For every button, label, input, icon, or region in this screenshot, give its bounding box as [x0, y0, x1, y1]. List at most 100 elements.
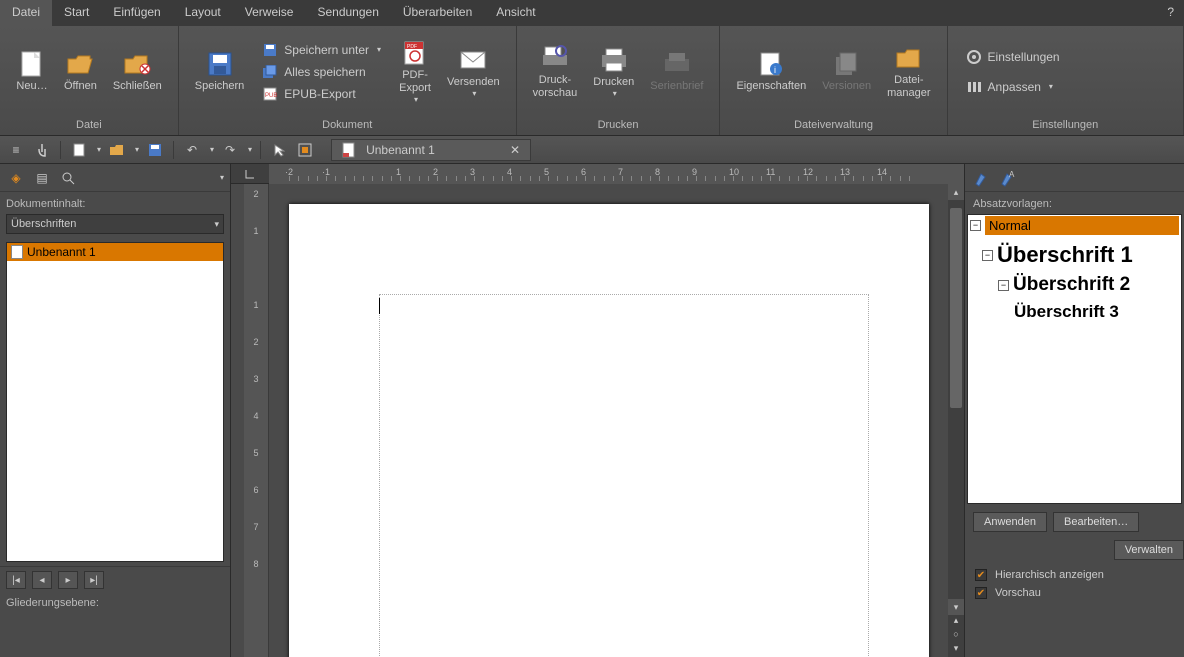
page[interactable] — [289, 204, 929, 657]
manage-button[interactable]: Verwalten — [1114, 540, 1184, 560]
new-button[interactable]: Neu… — [8, 46, 56, 97]
properties-button[interactable]: i Eigenschaften — [728, 46, 814, 97]
panel-menu-icon[interactable]: ▾ — [220, 173, 224, 182]
close-tab-icon[interactable]: ✕ — [510, 143, 520, 157]
save-all-button[interactable]: Alles speichern — [258, 62, 385, 82]
nav-last-button[interactable]: ▸| — [84, 571, 104, 589]
save-quick-icon[interactable] — [145, 140, 165, 160]
tree-item[interactable]: Unbenannt 1 — [7, 243, 223, 261]
search-icon[interactable] — [58, 168, 78, 188]
new-file-icon — [18, 50, 46, 78]
nav-target-icon[interactable]: ○ — [948, 629, 964, 643]
menu-review[interactable]: Überarbeiten — [391, 0, 484, 26]
styles-title: Absatzvorlagen: — [965, 192, 1184, 214]
edit-button[interactable]: Bearbeiten… — [1053, 512, 1139, 532]
envelope-icon — [459, 46, 487, 74]
menu-references[interactable]: Verweise — [233, 0, 306, 26]
printer-icon — [600, 46, 628, 74]
object-mode-icon[interactable] — [295, 140, 315, 160]
doc-tab-icon — [342, 142, 356, 158]
document-tab[interactable]: Unbenannt 1 ✕ — [331, 139, 531, 161]
help-icon[interactable]: ? — [1157, 0, 1184, 26]
tree-collapse-icon[interactable]: − — [970, 220, 981, 231]
outline-icon[interactable]: ▤ — [32, 168, 52, 188]
paragraph-styles-icon[interactable] — [973, 169, 991, 187]
hierarchical-checkbox[interactable]: ✔ Hierarchisch anzeigen — [965, 566, 1184, 584]
group-document-label: Dokument — [179, 117, 516, 135]
print-preview-button[interactable]: Druck- vorschau — [525, 40, 586, 104]
versions-button[interactable]: Versionen — [814, 46, 879, 97]
cursor-icon[interactable] — [269, 140, 289, 160]
quick-toolbar: ≡ ▾ ▾ ↶▾ ↷▾ Unbenannt 1 ✕ — [0, 136, 1184, 164]
nav-filter-combo[interactable]: Überschriften▾ — [6, 214, 224, 234]
save-button[interactable]: Speichern — [187, 46, 253, 97]
folder-close-icon — [123, 50, 151, 78]
horizontal-ruler[interactable]: ·2·11234567891011121314 — [269, 164, 964, 184]
menu-mailings[interactable]: Sendungen — [305, 0, 390, 26]
close-button[interactable]: Schließen — [105, 46, 170, 97]
nav-title: Dokumentinhalt: — [0, 192, 230, 214]
vertical-ruler[interactable]: 2112345678 — [244, 184, 268, 657]
tree-collapse-icon[interactable]: − — [982, 250, 993, 261]
styles-tree[interactable]: − Normal − Überschrift 1 − Überschrift 2… — [967, 214, 1182, 504]
epub-export-button[interactable]: PUBEPUB-Export — [258, 84, 385, 104]
svg-text:i: i — [774, 65, 776, 75]
menu-view[interactable]: Ansicht — [484, 0, 547, 26]
redo-icon[interactable]: ↷ — [220, 140, 240, 160]
style-heading3[interactable]: Überschrift 3 — [1014, 302, 1119, 322]
mailmerge-button[interactable]: Serienbrief — [642, 46, 711, 97]
epub-icon: PUB — [262, 86, 278, 102]
flame-icon[interactable]: ◈ — [6, 168, 26, 188]
nav-first-button[interactable]: |◂ — [6, 571, 26, 589]
mailmerge-icon — [663, 50, 691, 78]
prev-page-icon[interactable]: ▴ — [948, 615, 964, 629]
scroll-thumb[interactable] — [950, 208, 962, 408]
undo-icon[interactable]: ↶ — [182, 140, 202, 160]
nav-prev-button[interactable]: ◂ — [32, 571, 52, 589]
print-button[interactable]: Drucken▾ — [585, 42, 642, 102]
settings-button[interactable]: Einstellungen — [962, 47, 1064, 67]
scroll-down-icon[interactable]: ▾ — [948, 599, 964, 615]
open-button[interactable]: Öffnen — [56, 46, 105, 97]
tree-collapse-icon[interactable]: − — [998, 280, 1009, 291]
open-folder-icon[interactable] — [107, 140, 127, 160]
customize-button[interactable]: Anpassen▾ — [962, 77, 1064, 97]
text-cursor — [379, 298, 380, 314]
menu-layout[interactable]: Layout — [173, 0, 233, 26]
nav-tree[interactable]: Unbenannt 1 — [6, 242, 224, 562]
outline-level-label: Gliederungsebene: — [0, 593, 230, 609]
chevron-down-icon: ▾ — [414, 95, 418, 104]
new-doc-icon[interactable] — [69, 140, 89, 160]
menu-start[interactable]: Start — [52, 0, 101, 26]
document-area: 2112345678 ·2·11234567891011121314 ▴ ▾ ▴… — [231, 164, 964, 657]
menu-file[interactable]: Datei — [0, 0, 52, 26]
group-filemgmt-label: Dateiverwaltung — [720, 117, 946, 135]
chevron-down-icon: ▾ — [472, 89, 476, 98]
char-styles-icon[interactable]: A — [999, 169, 1017, 187]
ruler-origin[interactable] — [231, 164, 269, 184]
print-preview-icon — [541, 44, 569, 72]
apply-button[interactable]: Anwenden — [973, 512, 1047, 532]
filemanager-button[interactable]: Datei- manager — [879, 40, 938, 104]
page-viewport[interactable] — [269, 184, 948, 657]
preview-checkbox[interactable]: ✔ Vorschau — [965, 584, 1184, 602]
save-all-icon — [262, 64, 278, 80]
svg-text:PDF: PDF — [407, 44, 417, 50]
scroll-up-icon[interactable]: ▴ — [948, 184, 964, 200]
style-heading2[interactable]: Überschrift 2 — [1013, 274, 1130, 296]
menu-insert[interactable]: Einfügen — [101, 0, 172, 26]
send-button[interactable]: Versenden▾ — [439, 42, 508, 102]
touch-icon[interactable] — [32, 140, 52, 160]
next-page-icon[interactable]: ▾ — [948, 643, 964, 657]
nav-next-button[interactable]: ▸ — [58, 571, 78, 589]
pdf-export-button[interactable]: PDF PDF- Export▾ — [391, 35, 439, 108]
customize-icon — [966, 79, 982, 95]
checkbox-checked-icon: ✔ — [975, 569, 987, 581]
svg-text:PUB: PUB — [265, 93, 277, 99]
save-as-button[interactable]: Speichern unter▾ — [258, 40, 385, 60]
style-heading1[interactable]: Überschrift 1 — [997, 242, 1133, 268]
vertical-scrollbar[interactable]: ▴ ▾ ▴ ○ ▾ — [948, 184, 964, 657]
versions-icon — [833, 50, 861, 78]
style-normal[interactable]: Normal — [985, 216, 1179, 235]
menu-icon[interactable]: ≡ — [6, 140, 26, 160]
